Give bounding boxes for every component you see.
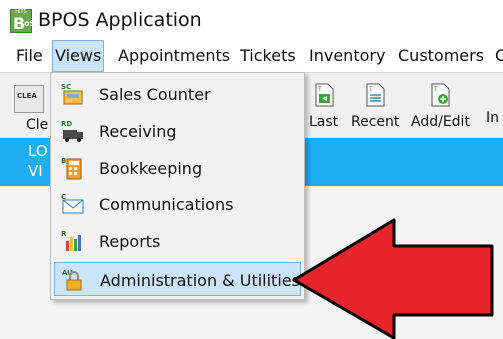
red-pointer-arrow-icon (292, 218, 494, 339)
